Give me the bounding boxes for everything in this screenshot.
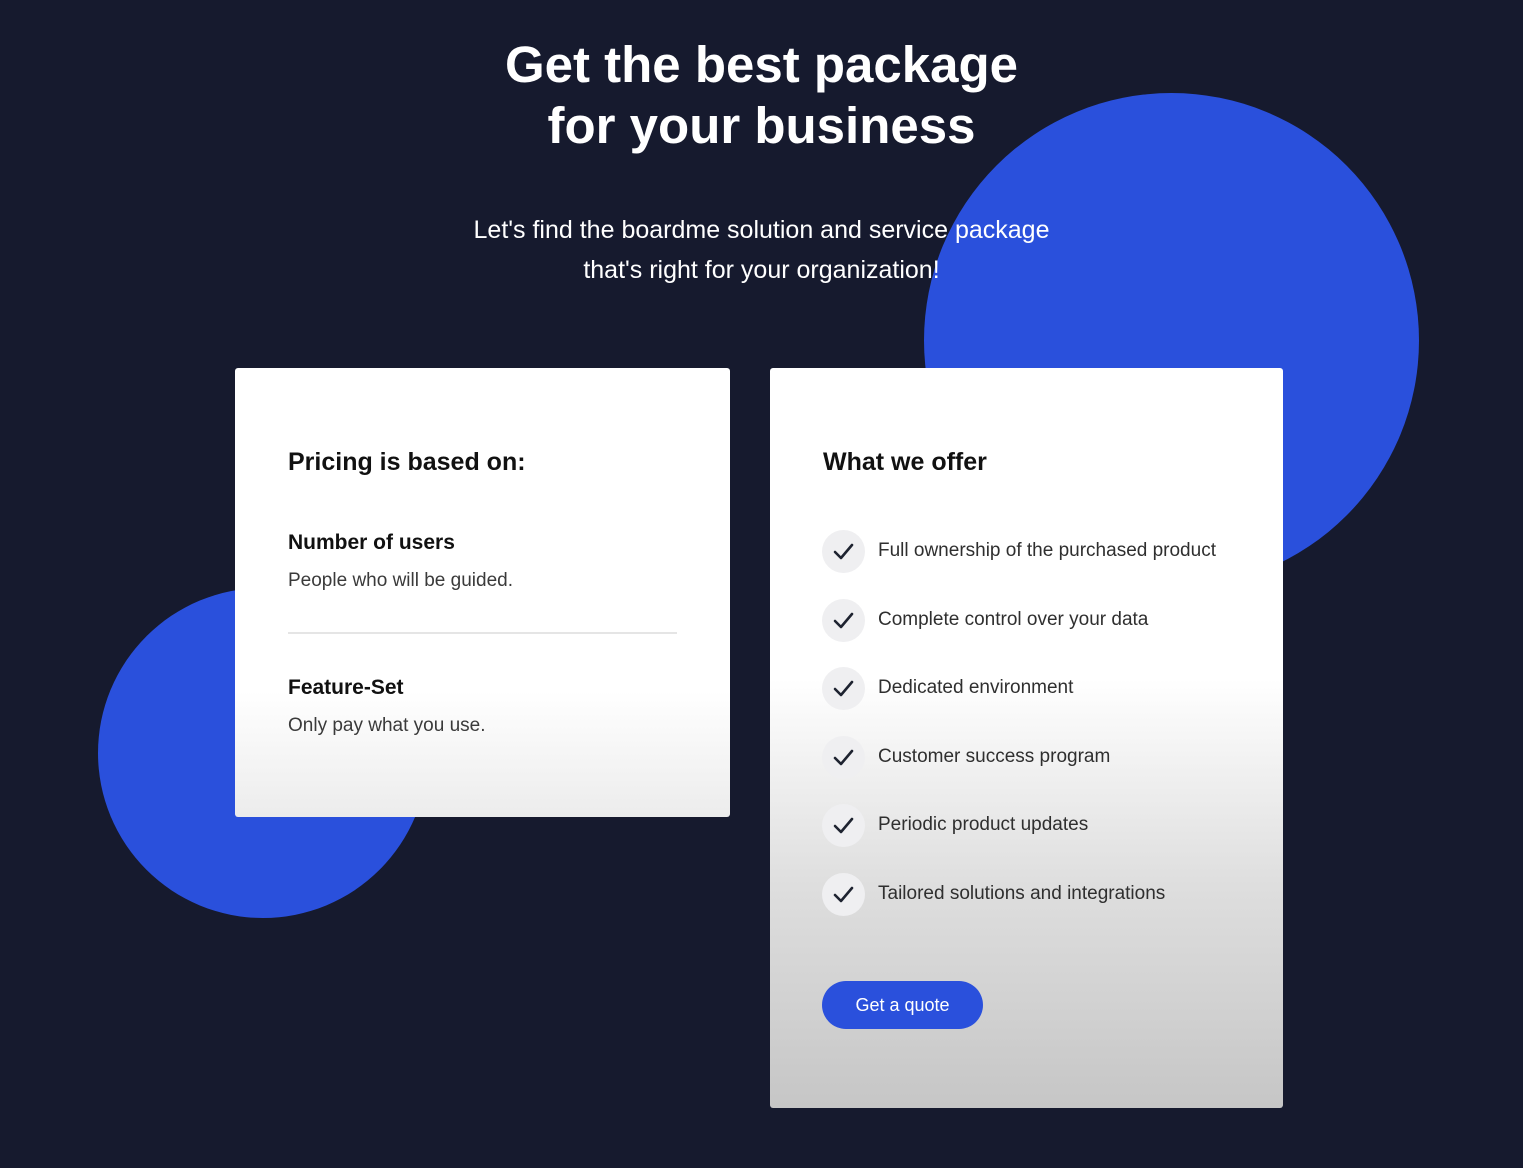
offer-item-data-control: Complete control over your data: [822, 598, 1262, 668]
pricing-card: Pricing is based on: Number of users Peo…: [235, 368, 730, 817]
offer-item-label: Customer success program: [878, 745, 1111, 767]
page-subtitle-line-2: that's right for your organization!: [583, 256, 940, 284]
offer-card-title: What we offer: [823, 448, 987, 476]
page-subtitle: Let's find the boardme solution and serv…: [0, 210, 1523, 290]
check-icon: [822, 530, 865, 573]
check-icon: [822, 735, 865, 779]
offer-card: What we offer Full ownership of the purc…: [770, 368, 1283, 1108]
check-icon: [822, 804, 865, 848]
offer-item-label: Complete control over your data: [878, 608, 1149, 630]
criterion-feature-set-title: Feature-Set: [288, 676, 404, 699]
check-icon: [822, 872, 865, 916]
offer-list: Full ownership of the purchased product …: [822, 530, 1262, 942]
pricing-divider: [288, 632, 677, 634]
page-title-line-2: for your business: [547, 97, 976, 154]
criterion-feature-set-description: Only pay what you use.: [288, 715, 486, 736]
offer-item-label: Full ownership of the purchased product: [878, 540, 1216, 561]
offer-item-label: Periodic product updates: [878, 814, 1089, 836]
offer-item-label: Tailored solutions and integrations: [878, 882, 1166, 904]
criterion-users-title: Number of users: [288, 531, 455, 554]
page-title-line-1: Get the best package: [504, 36, 1018, 93]
page-title: Get the best package for your business: [0, 34, 1523, 156]
criterion-users-description: People who will be guided.: [288, 570, 513, 591]
pricing-card-title: Pricing is based on:: [288, 448, 526, 476]
offer-item-customer-success: Customer success program: [822, 735, 1262, 805]
offer-item-tailored-solutions: Tailored solutions and integrations: [822, 872, 1262, 942]
check-icon: [822, 598, 865, 642]
offer-item-label: Dedicated environment: [878, 677, 1074, 699]
check-icon: [822, 667, 865, 711]
offer-item-dedicated-environment: Dedicated environment: [822, 667, 1262, 736]
get-a-quote-button[interactable]: Get a quote: [822, 981, 983, 1029]
offer-item-ownership: Full ownership of the purchased product: [822, 530, 1262, 599]
page-subtitle-line-1: Let's find the boardme solution and serv…: [473, 216, 1050, 244]
offer-item-product-updates: Periodic product updates: [822, 804, 1262, 873]
